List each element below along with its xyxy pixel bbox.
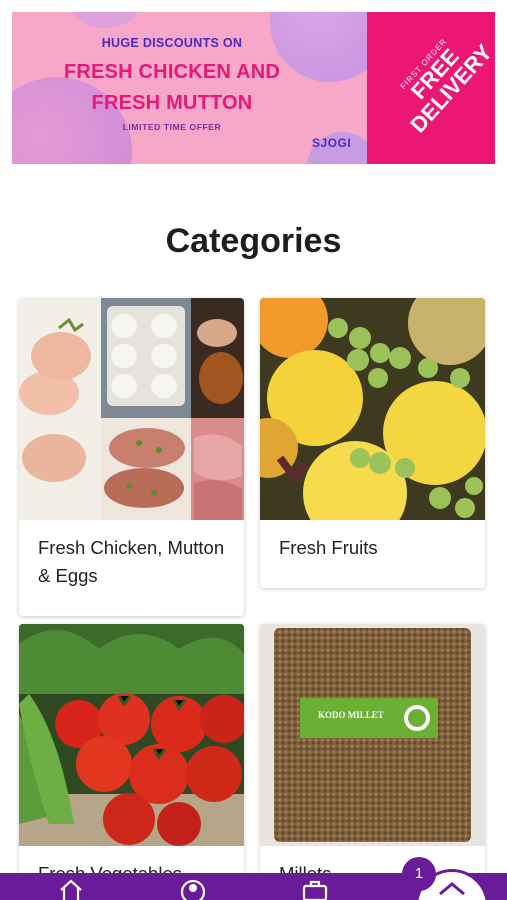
category-card-fruits[interactable]: Fresh Fruits <box>260 298 485 588</box>
promo-banner[interactable]: HUGE DISCOUNTS ON FRESH CHICKEN AND FRES… <box>12 12 495 164</box>
home-icon[interactable] <box>58 878 82 900</box>
promo-headline-2: FRESH MUTTON <box>91 92 253 114</box>
category-label: Fresh Chicken, Mutton & Eggs <box>38 537 225 586</box>
brand-logo: SJOGI <box>312 136 352 150</box>
category-image-millets: KODO MILLET <box>260 624 485 846</box>
category-card-millets[interactable]: KODO MILLET Millets <box>260 624 485 900</box>
promo-headline-1: FRESH CHICKEN AND <box>64 61 280 83</box>
promo-top-line: HUGE DISCOUNTS ON <box>101 36 243 50</box>
free-delivery-badge: FIRST ORDER FREE DELIVERY <box>367 12 495 164</box>
decorative-blob <box>12 77 132 164</box>
decorative-blob <box>70 12 140 28</box>
package-label: KODO MILLET <box>318 710 384 720</box>
briefcase-icon[interactable] <box>302 878 328 900</box>
category-label: Fresh Fruits <box>279 537 378 558</box>
category-image-fruits <box>260 298 485 520</box>
promo-subline: LIMITED TIME OFFER <box>122 122 222 132</box>
account-icon[interactable] <box>180 878 206 900</box>
page-title: Categories <box>165 222 342 260</box>
category-card-vegetables[interactable]: Fresh Vegetables <box>19 624 244 900</box>
category-image-chicken <box>19 298 244 520</box>
category-card-chicken-mutton-eggs[interactable]: Fresh Chicken, Mutton & Eggs <box>19 298 244 616</box>
cart-count-badge[interactable]: 1 <box>402 857 436 891</box>
promo-banner-main: HUGE DISCOUNTS ON FRESH CHICKEN AND FRES… <box>12 12 367 164</box>
category-image-vegetables <box>19 624 244 846</box>
